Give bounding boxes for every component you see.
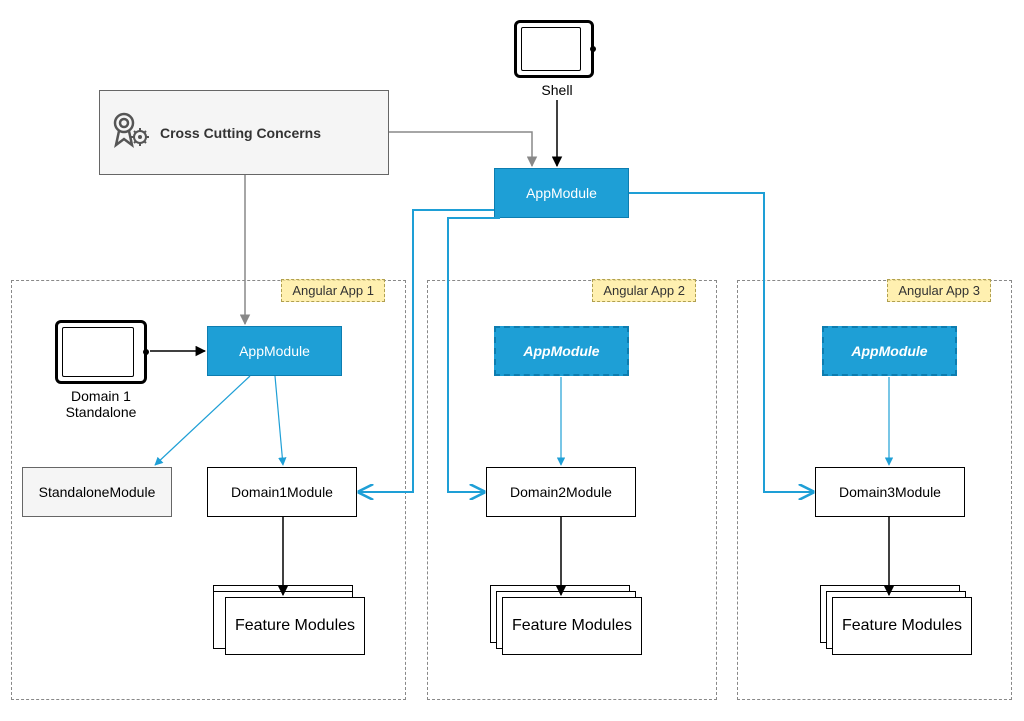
- domain1-module-box: Domain1Module: [207, 467, 357, 517]
- cross-cutting-concerns-label: Cross Cutting Concerns: [160, 125, 321, 141]
- app1-appmodule-label: AppModule: [239, 343, 310, 359]
- ribbon-gear-icon: [110, 109, 160, 157]
- app1-appmodule-box: AppModule: [207, 326, 342, 376]
- app3-feature-modules-label: Feature Modules: [842, 617, 962, 635]
- app3-appmodule-box: AppModule: [822, 326, 957, 376]
- angular-app-3-label: Angular App 3: [887, 279, 991, 302]
- app2-appmodule-label: AppModule: [523, 343, 599, 359]
- domain2-module-box: Domain2Module: [486, 467, 636, 517]
- diagram-canvas: Shell Cross Cutting Concerns AppModule: [0, 0, 1024, 721]
- app2-feature-modules-stack: Feature Modules: [490, 585, 640, 655]
- domain3-module-box: Domain3Module: [815, 467, 965, 517]
- domain2-module-label: Domain2Module: [510, 484, 612, 500]
- domain1-standalone-label: Domain 1 Standalone: [57, 388, 145, 420]
- app1-feature-modules-label: Feature Modules: [235, 617, 355, 635]
- app1-feature-modules-stack: Feature Modules: [213, 585, 363, 655]
- standalone-module-label: StandaloneModule: [39, 484, 156, 500]
- standalone-module-box: StandaloneModule: [22, 467, 172, 517]
- app2-appmodule-box: AppModule: [494, 326, 629, 376]
- domain1-standalone-device-icon: [55, 320, 147, 384]
- domain3-module-label: Domain3Module: [839, 484, 941, 500]
- angular-app-1-label: Angular App 1: [281, 279, 385, 302]
- shell-device-icon: [514, 20, 594, 78]
- shell-label: Shell: [534, 82, 580, 98]
- cross-cutting-concerns-box: Cross Cutting Concerns: [99, 90, 389, 175]
- app3-appmodule-label: AppModule: [851, 343, 927, 359]
- angular-app-2-label: Angular App 2: [592, 279, 696, 302]
- app2-feature-modules-label: Feature Modules: [512, 617, 632, 635]
- shell-appmodule-label: AppModule: [526, 185, 597, 201]
- shell-appmodule-box: AppModule: [494, 168, 629, 218]
- domain1-module-label: Domain1Module: [231, 484, 333, 500]
- app3-feature-modules-stack: Feature Modules: [820, 585, 970, 655]
